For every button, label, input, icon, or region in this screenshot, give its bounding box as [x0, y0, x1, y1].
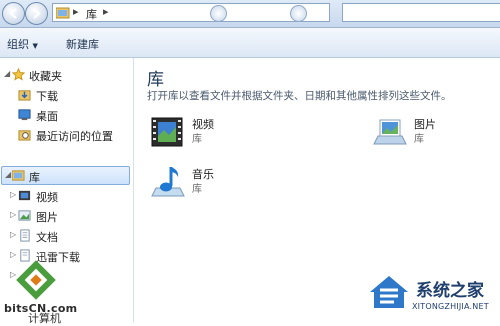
nav-item-label: 视频 [36, 191, 58, 204]
nav-item-documents[interactable]: ▷ 文档 [0, 227, 133, 245]
nav-item-desktop[interactable]: 桌面 [0, 106, 133, 124]
library-folder-icon [12, 170, 25, 181]
star-icon [12, 68, 25, 81]
download-folder-icon [18, 90, 31, 101]
nav-item-videos[interactable]: ▷ 视频 [0, 187, 133, 205]
library-tile-kind: 库 [192, 184, 202, 195]
expand-icon[interactable]: ▷ [10, 230, 16, 239]
library-tile-kind: 库 [192, 134, 202, 145]
xitongzhijia-logo-icon [370, 276, 408, 308]
desktop-icon [18, 109, 31, 121]
chevron-down-icon: ▼ [32, 42, 38, 50]
pictures-library-icon [18, 210, 31, 221]
bitscn-logo-icon [16, 260, 56, 300]
recent-places-icon [18, 130, 31, 141]
nav-item-recent-places[interactable]: 最近访问的位置 [0, 126, 133, 144]
library-tile-pictures[interactable]: 图片 库 [372, 114, 492, 154]
command-toolbar: 组织 ▼ 新建库 [0, 28, 500, 58]
page-title: 库 [147, 70, 164, 90]
nav-item-label: 桌面 [36, 110, 58, 123]
nav-favorites[interactable]: ◢ 收藏夹 [0, 66, 133, 84]
nav-library-label: 库 [29, 171, 40, 184]
nav-item-pictures[interactable]: ▷ 图片 [0, 207, 133, 225]
video-library-icon [151, 117, 183, 147]
forward-button[interactable] [25, 2, 48, 25]
video-library-icon [18, 190, 31, 201]
page-description: 打开库以查看文件并根据文件夹、日期和其他属性排列这些文件。 [147, 90, 452, 102]
breadcrumb-library[interactable]: 库 [86, 6, 97, 22]
breadcrumb-separator[interactable]: ▸ [73, 5, 79, 18]
refresh-icon[interactable] [210, 5, 227, 22]
back-button[interactable] [2, 2, 25, 25]
watermark-right-url: XITONGZHIJIA.NET [412, 302, 489, 311]
nav-item-label: 下载 [36, 90, 58, 103]
library-tile-kind: 库 [414, 134, 424, 145]
back-arrow-icon [9, 8, 17, 19]
pictures-library-icon [373, 119, 407, 145]
watermark-left-text: bitsCN.com [4, 302, 78, 315]
watermark-xitongzhijia: 系统之家 XITONGZHIJIA.NET [362, 270, 500, 322]
collapse-icon[interactable]: ◢ [4, 69, 10, 78]
library-folder-icon [56, 7, 70, 19]
watermark-bitscn: bitsCN.com [0, 258, 77, 322]
documents-library-icon [20, 229, 30, 242]
nav-library[interactable]: ◢ 库 [1, 166, 130, 185]
nav-item-label: 最近访问的位置 [36, 130, 113, 143]
nav-favorites-label: 收藏夹 [29, 70, 62, 83]
new-library-button[interactable]: 新建库 [66, 36, 99, 52]
watermark-right-title: 系统之家 [416, 281, 484, 301]
expand-icon[interactable]: ▷ [10, 210, 16, 219]
library-tile-videos[interactable]: 视频 库 [150, 114, 300, 154]
search-input[interactable] [342, 3, 500, 22]
collapse-icon[interactable]: ◢ [5, 170, 11, 179]
address-bar-row: ▸ 库 ▸ [0, 0, 500, 28]
nav-item-label: 图片 [36, 211, 58, 224]
search-icon[interactable] [290, 5, 307, 22]
nav-item-label: 文档 [36, 231, 58, 244]
address-field[interactable]: ▸ 库 ▸ [52, 3, 330, 22]
organize-label: 组织 [7, 38, 29, 51]
nav-item-downloads[interactable]: 下载 [0, 86, 133, 104]
library-tile-music[interactable]: 音乐 库 [150, 164, 300, 204]
organize-button[interactable]: 组织 ▼ [7, 36, 38, 52]
expand-icon[interactable]: ▷ [10, 190, 16, 199]
breadcrumb-dropdown[interactable]: ▸ [103, 5, 109, 18]
music-library-icon [151, 167, 185, 197]
forward-arrow-icon [33, 8, 41, 19]
